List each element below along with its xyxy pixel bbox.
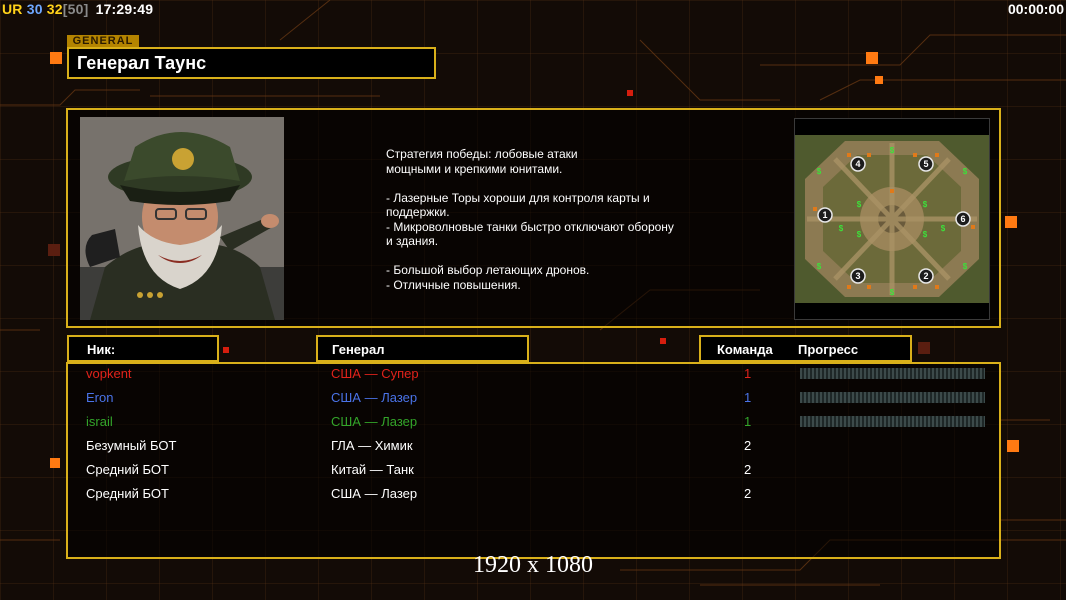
- header-general-label: Генерал: [332, 342, 385, 357]
- svg-text:$: $: [890, 146, 895, 155]
- svg-text:$: $: [817, 167, 822, 176]
- strategy-text: Стратегия победы: лобовые атаки мощными …: [386, 147, 674, 292]
- decor-square: [866, 52, 878, 64]
- portrait-image: [80, 117, 284, 320]
- svg-text:$: $: [857, 200, 862, 209]
- player-general: США — Лазер: [331, 390, 418, 405]
- player-nick: israil: [86, 414, 113, 429]
- hud-stats: UR 30 32[50] 17:29:49: [2, 1, 153, 17]
- header-progress-label: Прогресс: [798, 342, 859, 357]
- player-team: 1: [744, 366, 752, 381]
- player-nick: vopkent: [86, 366, 132, 381]
- player-progress-bar: [800, 416, 985, 427]
- decor-square: [918, 342, 930, 354]
- start-position-label: 1: [822, 210, 827, 220]
- decor-square: [875, 76, 883, 84]
- player-general: Китай — Танк: [331, 462, 414, 477]
- svg-text:$: $: [857, 230, 862, 239]
- table-row: Eron США — Лазер 1: [0, 390, 1066, 414]
- start-position-label: 2: [923, 271, 928, 281]
- decor-square: [627, 90, 633, 96]
- player-progress-bar: [800, 392, 985, 403]
- svg-text:$: $: [923, 200, 928, 209]
- resolution-label: 1920 x 1080: [473, 552, 593, 578]
- hud-ur: UR: [2, 1, 23, 17]
- hud-value-2: 32: [46, 1, 63, 17]
- table-row: Средний БОТ США — Лазер 2: [0, 486, 1066, 510]
- header-nick-label: Ник:: [87, 342, 116, 357]
- table-row: Безумный БОТ ГЛА — Химик 2: [0, 438, 1066, 462]
- player-team: 1: [744, 414, 752, 429]
- player-team: 2: [744, 438, 752, 453]
- column-header-team-progress: Команда Прогресс: [699, 335, 912, 362]
- table-row: vopkent США — Супер 1: [0, 366, 1066, 390]
- player-nick: Средний БОТ: [86, 486, 169, 501]
- player-general: ГЛА — Химик: [331, 438, 413, 453]
- decor-square: [223, 347, 229, 353]
- hud-timer: 00:00:00: [1007, 1, 1064, 17]
- hud-clock: 17:29:49: [95, 1, 154, 17]
- start-position-label: 5: [923, 159, 928, 169]
- decor-square: [48, 244, 60, 256]
- start-position-label: 3: [855, 271, 860, 281]
- player-progress-bar: [800, 368, 985, 379]
- map-preview[interactable]: 1 2 3 4 5 6 $ $ $ $ $ $ $ $ $ $ $ $: [794, 118, 990, 320]
- start-position-label: 6: [960, 214, 965, 224]
- svg-text:$: $: [817, 262, 822, 271]
- svg-text:$: $: [923, 230, 928, 239]
- decor-square: [1005, 216, 1017, 228]
- hud-value-3: [50]: [62, 1, 89, 17]
- decor-square: [50, 52, 62, 64]
- player-nick: Eron: [86, 390, 114, 405]
- general-portrait: [80, 117, 284, 320]
- svg-text:$: $: [963, 262, 968, 271]
- svg-text:$: $: [941, 224, 946, 233]
- player-team: 1: [744, 390, 752, 405]
- start-position-label: 4: [855, 159, 860, 169]
- column-header-nick: Ник:: [67, 335, 219, 362]
- decor-square: [660, 338, 666, 344]
- hud-value-1: 30: [26, 1, 43, 17]
- svg-text:$: $: [963, 167, 968, 176]
- column-header-general: Генерал: [316, 335, 529, 362]
- player-nick: Безумный БОТ: [86, 438, 177, 453]
- player-team: 2: [744, 486, 752, 501]
- table-row: Средний БОТ Китай — Танк 2: [0, 462, 1066, 486]
- player-general: США — Супер: [331, 366, 419, 381]
- player-team: 2: [744, 462, 752, 477]
- player-general: США — Лазер: [331, 486, 418, 501]
- player-nick: Средний БОТ: [86, 462, 169, 477]
- map-image: 1 2 3 4 5 6 $ $ $ $ $ $ $ $ $ $ $ $: [795, 119, 989, 319]
- general-title-box: Генерал Таунс: [67, 47, 436, 79]
- header-team-label: Команда: [717, 342, 773, 357]
- svg-text:$: $: [839, 224, 844, 233]
- table-row: israil США — Лазер 1: [0, 414, 1066, 438]
- general-name: Генерал Таунс: [77, 53, 207, 73]
- player-general: США — Лазер: [331, 414, 418, 429]
- svg-text:$: $: [890, 288, 895, 297]
